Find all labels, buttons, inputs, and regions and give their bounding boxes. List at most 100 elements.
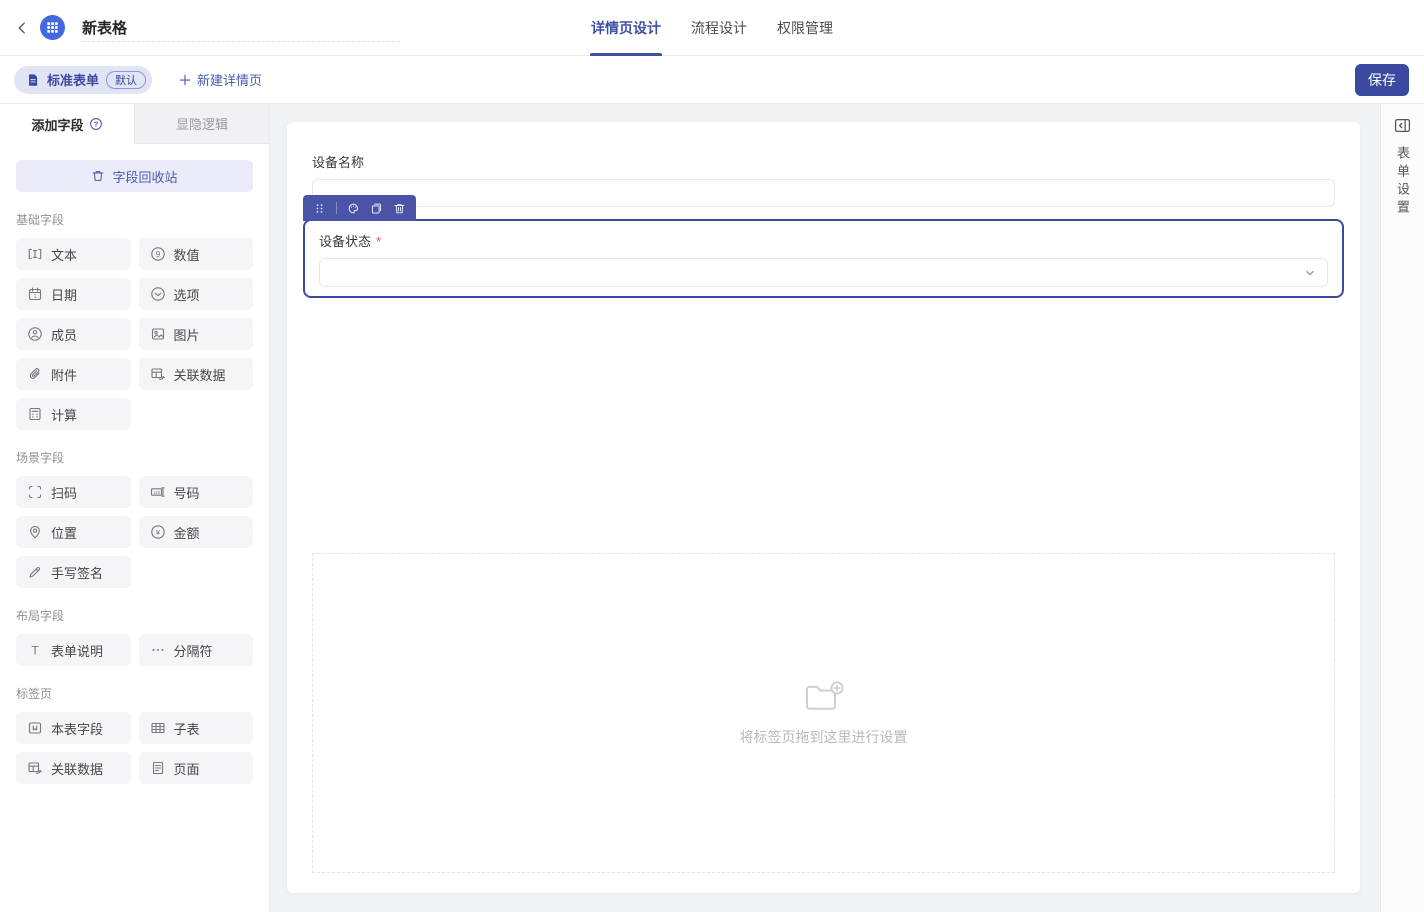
field-button-label: 页面 — [174, 759, 200, 778]
scene-fields-grid: 扫码 123 号码 位置 ¥ 金额 手写签名 — [16, 476, 253, 588]
default-badge: 默认 — [106, 71, 146, 89]
basic-fields-grid: 文本 9 数值 1 日期 选项 成员 — [16, 238, 253, 430]
date-icon: 1 — [27, 286, 43, 302]
tab-process-design[interactable]: 流程设计 — [691, 0, 747, 56]
page-icon — [150, 760, 166, 776]
form-switcher-pill[interactable]: 标准表单 默认 — [14, 66, 152, 94]
field-button-label: 计算 — [51, 405, 77, 424]
field-button-text[interactable]: 文本 — [16, 238, 131, 270]
form-description-icon: T — [27, 642, 43, 658]
new-detail-page-button[interactable]: 新建详情页 — [179, 70, 262, 89]
form-settings-label[interactable]: 表单设置 — [1393, 146, 1412, 218]
tab-add-field[interactable]: 添加字段 ? — [0, 104, 134, 144]
field-button-relation[interactable]: 关联数据 — [139, 358, 254, 390]
field-button-divider[interactable]: 分隔符 — [139, 634, 254, 666]
field-button-label: 附件 — [51, 365, 77, 384]
field-button-label: 表单说明 — [51, 641, 103, 660]
help-icon[interactable]: ? — [89, 117, 103, 131]
field-button-label: 选项 — [174, 285, 200, 304]
back-button[interactable] — [12, 18, 32, 38]
field-button-number[interactable]: 9 数值 — [139, 238, 254, 270]
field-label-text: 设备状态 — [319, 234, 371, 249]
field-button-subtable[interactable]: 子表 — [139, 712, 254, 744]
field-button-page[interactable]: 页面 — [139, 752, 254, 784]
location-icon — [27, 524, 43, 540]
form-switcher-label: 标准表单 — [47, 70, 99, 89]
panel-collapse-icon[interactable] — [1394, 117, 1411, 134]
field-block-device-name[interactable]: 设备名称 — [312, 152, 1335, 207]
layout-fields-grid: T 表单说明 分隔符 — [16, 634, 253, 666]
section-title-tab-pages: 标签页 — [16, 685, 253, 702]
field-button-date[interactable]: 1 日期 — [16, 278, 131, 310]
field-toolbar — [303, 195, 416, 221]
divider-icon — [150, 642, 166, 658]
section-title-basic-fields: 基础字段 — [16, 211, 253, 228]
new-detail-page-label: 新建详情页 — [197, 70, 262, 89]
attachment-icon — [27, 366, 43, 382]
field-button-form-description[interactable]: T 表单说明 — [16, 634, 131, 666]
toolbar-divider — [336, 202, 337, 214]
tab-detail-page-design[interactable]: 详情页设计 — [591, 0, 661, 56]
field-button-label: 金额 — [174, 523, 200, 542]
field-button-label: 子表 — [174, 719, 200, 738]
amount-icon: ¥ — [150, 524, 166, 540]
chevron-left-icon — [15, 21, 29, 35]
subtable-icon — [150, 720, 166, 736]
page-title: 新表格 — [82, 17, 127, 38]
field-button-member[interactable]: 成员 — [16, 318, 131, 350]
field-block-device-status-selected[interactable]: 设备状态* — [303, 219, 1344, 298]
field-button-scan[interactable]: 扫码 — [16, 476, 131, 508]
tab-permission-management[interactable]: 权限管理 — [777, 0, 833, 56]
dropzone-hint: 将标签页拖到这里进行设置 — [740, 727, 908, 747]
number-icon: 9 — [150, 246, 166, 262]
form-title-wrap[interactable]: 新表格 — [82, 0, 127, 56]
field-button-label: 位置 — [51, 523, 77, 542]
calculator-icon — [27, 406, 43, 422]
scan-icon — [27, 484, 43, 500]
relation-icon — [150, 366, 166, 382]
sidebar-tabs: 添加字段 ? 显隐逻辑 — [0, 104, 269, 144]
field-button-this-table-fields[interactable]: 本表字段 — [16, 712, 131, 744]
field-button-relation-tab[interactable]: 关联数据 — [16, 752, 131, 784]
top-header: 新表格 详情页设计 流程设计 权限管理 — [0, 0, 1424, 56]
option-icon — [150, 286, 166, 302]
drag-handle-icon[interactable] — [313, 202, 326, 215]
tab-label: 权限管理 — [777, 18, 833, 38]
delete-icon[interactable] — [393, 202, 406, 215]
save-button[interactable]: 保存 — [1355, 64, 1409, 96]
field-button-label: 日期 — [51, 285, 77, 304]
folder-plus-icon — [804, 680, 844, 714]
app-icon[interactable] — [40, 15, 65, 40]
field-button-option[interactable]: 选项 — [139, 278, 254, 310]
field-button-calculation[interactable]: 计算 — [16, 398, 131, 430]
chevron-down-icon — [1303, 266, 1317, 280]
selected-field-content: 设备状态* — [312, 231, 1335, 287]
field-button-label: 分隔符 — [174, 641, 213, 660]
tab-visibility-logic[interactable]: 显隐逻辑 — [134, 104, 269, 144]
field-button-signature[interactable]: 手写签名 — [16, 556, 131, 588]
field-button-serial-number[interactable]: 123 号码 — [139, 476, 254, 508]
style-palette-icon[interactable] — [347, 202, 360, 215]
form-canvas[interactable]: 设备名称 设备状态* — [287, 122, 1360, 893]
text-input[interactable] — [312, 179, 1335, 207]
field-button-label: 成员 — [51, 325, 77, 344]
field-button-amount[interactable]: ¥ 金额 — [139, 516, 254, 548]
plus-icon — [179, 74, 191, 86]
serial-number-icon: 123 — [150, 484, 166, 500]
field-recycle-bin-button[interactable]: 字段回收站 — [16, 160, 253, 192]
field-button-label: 图片 — [174, 325, 200, 344]
field-button-location[interactable]: 位置 — [16, 516, 131, 548]
field-button-attachment[interactable]: 附件 — [16, 358, 131, 390]
field-button-image[interactable]: 图片 — [139, 318, 254, 350]
grid-icon — [46, 21, 59, 34]
field-button-label: 文本 — [51, 245, 77, 264]
tab-label: 流程设计 — [691, 18, 747, 38]
text-field-icon — [27, 246, 43, 262]
select-input[interactable] — [319, 258, 1328, 287]
tab-page-dropzone[interactable]: 将标签页拖到这里进行设置 — [312, 553, 1335, 873]
field-button-label: 关联数据 — [174, 365, 226, 384]
field-label: 设备状态* — [319, 231, 1328, 250]
svg-text:¥: ¥ — [155, 528, 160, 537]
copy-icon[interactable] — [370, 202, 383, 215]
trash-icon — [91, 169, 105, 183]
